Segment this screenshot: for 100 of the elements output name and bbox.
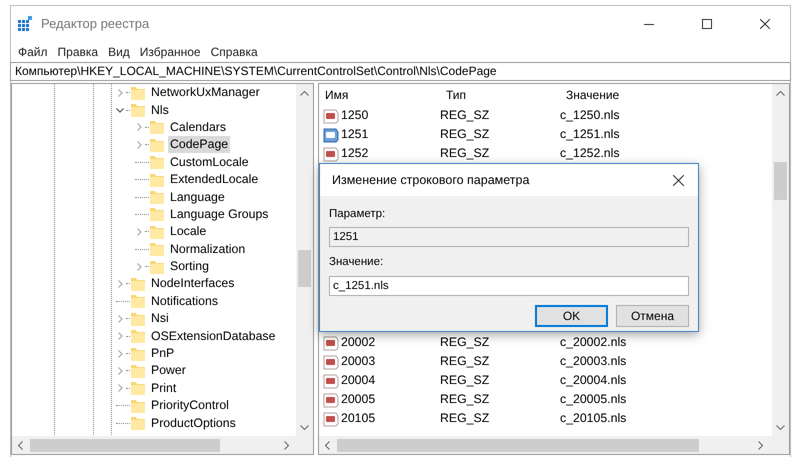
maximize-icon — [702, 19, 712, 29]
folder-icon — [149, 224, 165, 240]
folder-icon — [149, 154, 165, 170]
close-icon — [760, 19, 770, 29]
scroll-down-icon — [300, 425, 309, 430]
scroll-thumb[interactable] — [298, 250, 311, 287]
tree-item[interactable]: ProductOptions — [149, 414, 238, 432]
column-header[interactable]: Значение — [560, 86, 620, 104]
folder-icon — [149, 189, 165, 206]
tree-item[interactable]: PriorityControl — [149, 397, 231, 414]
folder-icon — [130, 380, 146, 396]
value-data: c_20004.nls — [560, 372, 626, 390]
dialog-title: Изменение строкового параметра — [332, 172, 530, 189]
folder-icon — [149, 241, 165, 258]
folder-icon — [130, 398, 146, 414]
tree-item[interactable]: Print — [149, 380, 178, 397]
folder-icon — [130, 293, 146, 310]
value-type: REG_SZ — [440, 410, 490, 428]
tree-item[interactable]: CustomLocale — [168, 154, 251, 171]
column-header[interactable]: Тип — [440, 86, 560, 104]
scroll-thumb[interactable] — [30, 438, 220, 452]
tree-item[interactable]: Power — [149, 362, 188, 380]
value-data: c_1252.nls — [560, 145, 620, 162]
value-type: REG_SZ — [440, 145, 490, 162]
horizontal-scrollbar[interactable] — [319, 436, 789, 454]
menu-item[interactable]: Вид — [103, 43, 135, 61]
folder-icon — [149, 119, 165, 136]
folder-icon — [130, 328, 146, 344]
folder-icon — [130, 102, 146, 118]
tree-item[interactable]: Language Groups — [168, 206, 270, 223]
tree-item[interactable]: Nsi — [149, 310, 171, 328]
dialog-button[interactable]: Отмена — [616, 304, 689, 326]
value-name[interactable]: 20003 — [341, 352, 376, 371]
window-title: Редактор реестра — [41, 15, 150, 34]
scroll-right-icon — [284, 440, 289, 450]
folder-icon — [130, 84, 146, 101]
value-name[interactable]: 20002 — [341, 333, 376, 352]
scroll-up-icon — [300, 91, 309, 96]
tree-item[interactable]: Notifications — [149, 292, 220, 310]
value-name[interactable]: 20004 — [341, 371, 376, 390]
value-name[interactable]: 20105 — [341, 409, 376, 428]
folder-icon — [149, 206, 165, 222]
menu-item[interactable]: Справка — [206, 43, 263, 61]
value-data: c_20105.nls — [560, 410, 626, 428]
tree-item[interactable]: Language — [168, 188, 227, 206]
close-icon — [672, 174, 684, 186]
scroll-thumb[interactable] — [337, 438, 699, 452]
dialog-button[interactable]: OK — [535, 304, 608, 326]
tree-item[interactable]: Calendars — [168, 118, 228, 136]
tree-item[interactable]: Normalization — [168, 240, 248, 258]
value-type: REG_SZ — [440, 372, 490, 390]
menu-item[interactable]: Файл — [13, 43, 53, 61]
value-data: c_1250.nls — [560, 107, 620, 124]
value-data: c_20002.nls — [560, 334, 626, 352]
value-type: REG_SZ — [440, 334, 490, 352]
value-type: REG_SZ — [440, 391, 490, 408]
value-field[interactable]: c_1251.nls — [329, 276, 689, 296]
app-icon — [17, 16, 33, 32]
menu-item[interactable]: Избранное — [134, 43, 206, 61]
value-name[interactable]: 1250 — [341, 106, 368, 125]
menu-item[interactable]: Правка — [52, 43, 104, 61]
value-name[interactable]: 1252 — [341, 144, 368, 163]
folder-icon — [130, 346, 146, 362]
folder-icon — [149, 136, 165, 153]
horizontal-scrollbar[interactable] — [12, 436, 313, 454]
tree-item[interactable]: CodePage — [168, 136, 230, 154]
tree-item[interactable]: PnP — [149, 345, 176, 362]
column-header[interactable]: Имя — [319, 86, 440, 104]
scroll-up-icon — [776, 91, 785, 96]
tree-item[interactable]: Sorting — [168, 258, 211, 276]
scroll-left-icon — [325, 440, 330, 450]
scroll-thumb[interactable] — [774, 162, 787, 200]
tree-item[interactable]: OSExtensionDatabase — [149, 328, 278, 345]
tree-item[interactable]: Locale — [168, 223, 208, 240]
tree-item[interactable]: ExtendedLocale — [168, 171, 260, 188]
value-data: c_20003.nls — [560, 353, 626, 370]
tree-item[interactable]: Nls — [149, 102, 171, 119]
address-bar[interactable]: Компьютер\HKEY_LOCAL_MACHINE\SYSTEM\CurrentControlSet\Control\Nls\CodePage — [10, 62, 791, 81]
value-data: c_1251.nls — [560, 126, 620, 144]
value-name[interactable]: 1251 — [341, 125, 368, 144]
value-type: REG_SZ — [440, 353, 490, 370]
folder-icon — [149, 172, 165, 188]
folder-icon — [130, 276, 146, 292]
value-data: c_20005.nls — [560, 391, 626, 408]
scroll-down-icon — [776, 425, 785, 430]
folder-icon — [130, 362, 146, 379]
scroll-right-icon — [758, 440, 763, 450]
scroll-left-icon — [18, 440, 23, 450]
vertical-scrollbar[interactable] — [296, 84, 313, 436]
folder-icon — [149, 258, 165, 275]
parameter-field[interactable]: 1251 — [329, 227, 689, 248]
field-label: Параметр: — [329, 207, 386, 222]
value-name[interactable]: 20005 — [341, 390, 376, 409]
value-type: REG_SZ — [440, 126, 490, 144]
field-label: Значение: — [329, 255, 384, 270]
tree-item[interactable]: NodeInterfaces — [149, 275, 236, 292]
value-type: REG_SZ — [440, 107, 490, 124]
tree-item[interactable]: NetworkUxManager — [149, 84, 262, 102]
vertical-scrollbar[interactable] — [772, 84, 789, 436]
folder-icon — [130, 310, 146, 327]
